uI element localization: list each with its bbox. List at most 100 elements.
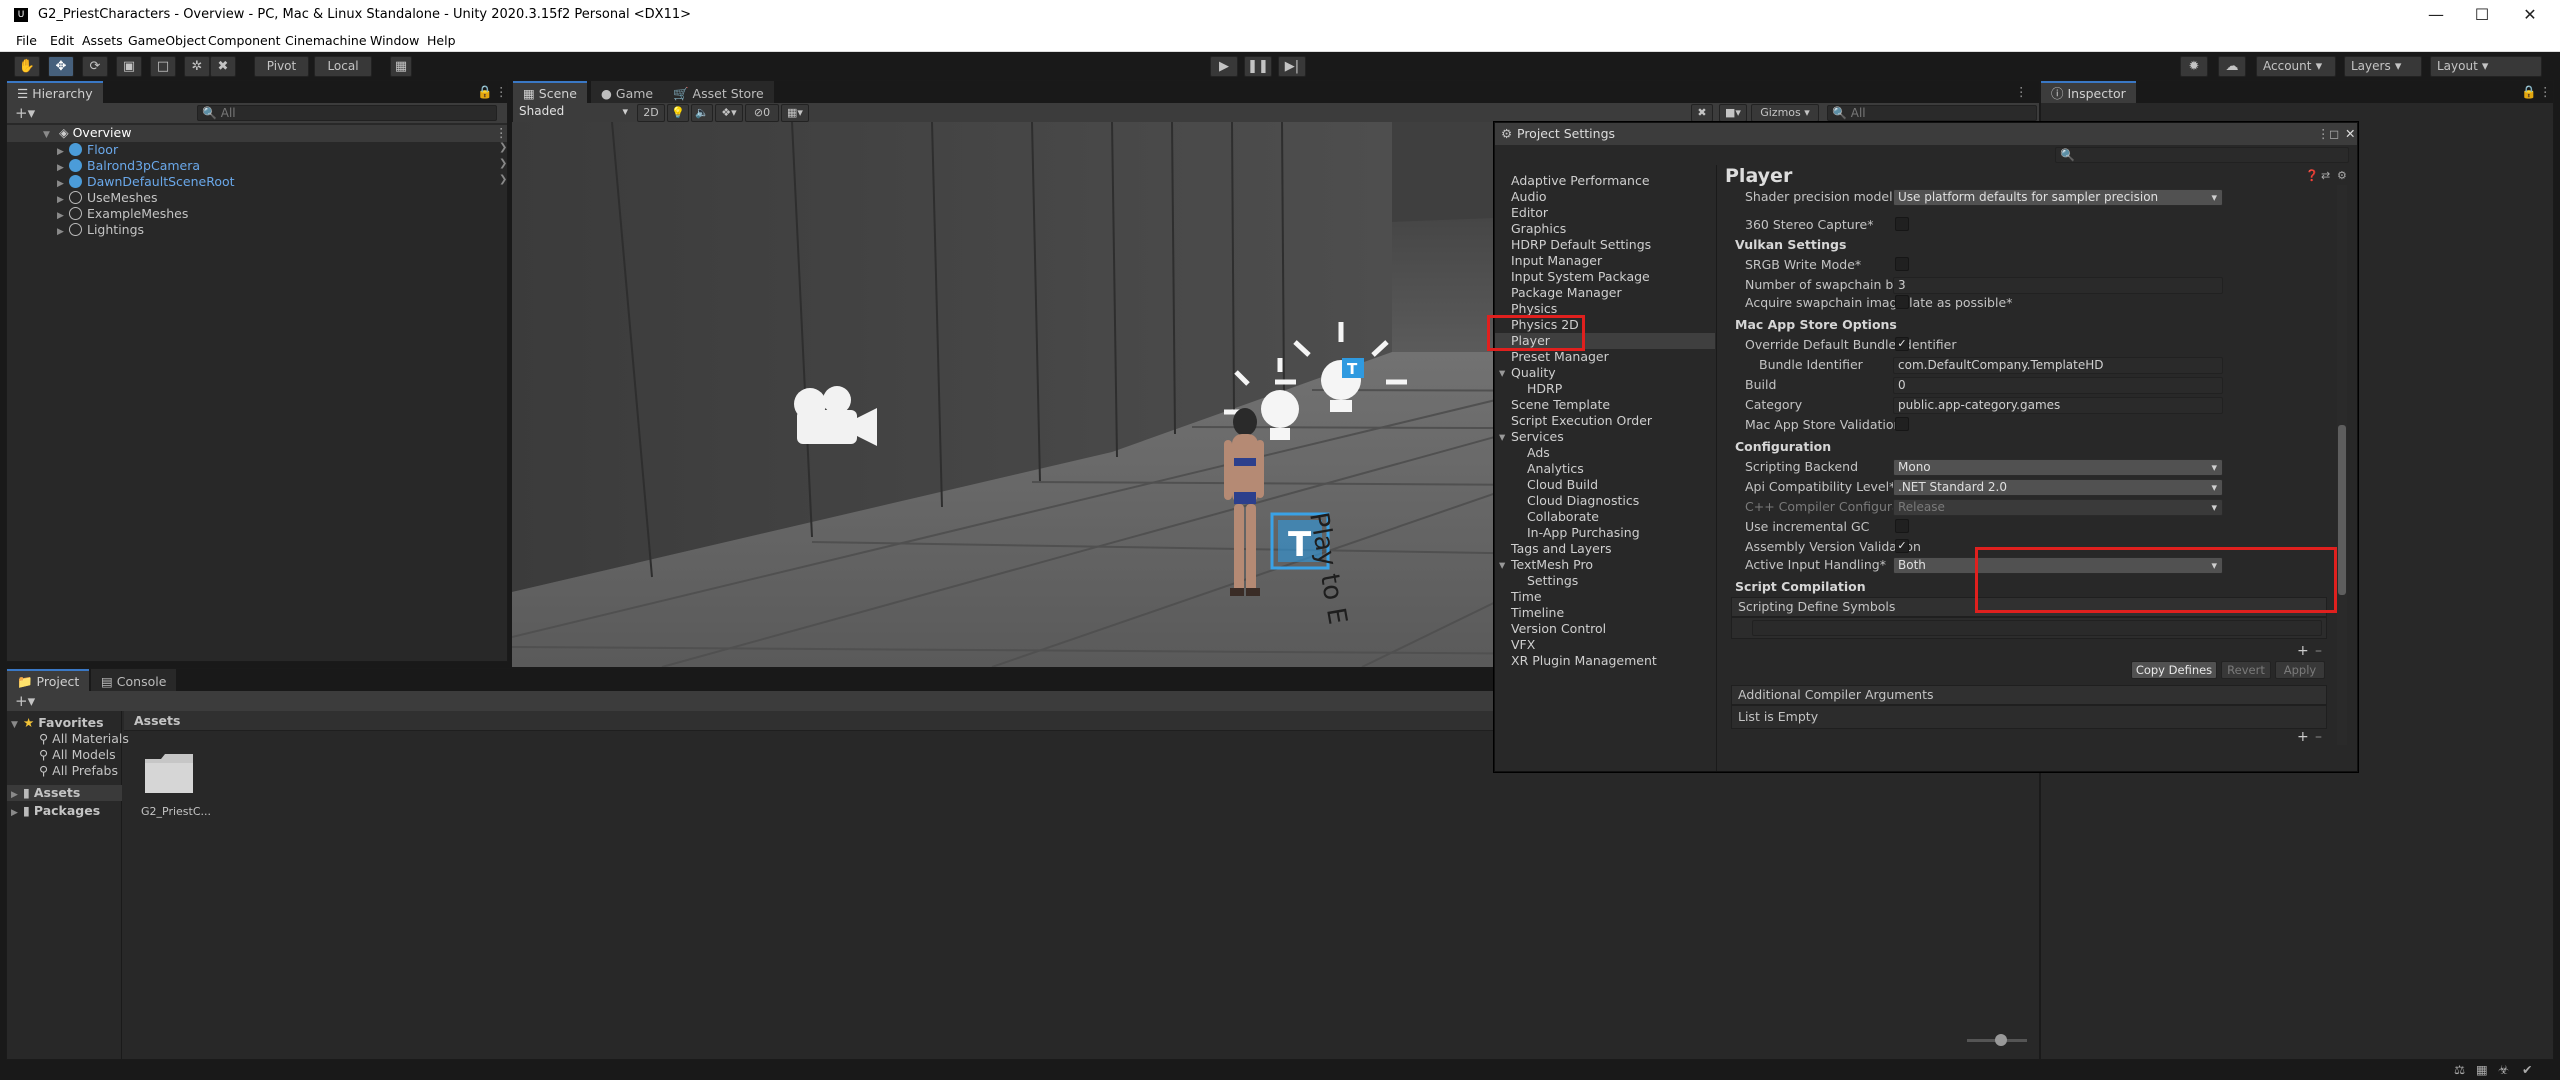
add-argument-button[interactable]: +: [2297, 729, 2309, 745]
maximize-icon[interactable]: ◻: [2329, 126, 2339, 141]
settings-nav-item[interactable]: Player: [1495, 333, 1715, 349]
close-button[interactable]: ✕: [2510, 4, 2550, 26]
shading-dropdown[interactable]: Shaded: [515, 104, 633, 121]
minimize-button[interactable]: —: [2416, 4, 2456, 26]
shader-precision-dropdown[interactable]: Use platform defaults for sampler precis…: [1893, 189, 2223, 206]
help-icon[interactable]: ❓: [2305, 169, 2319, 182]
settings-nav-item[interactable]: Scene Template: [1511, 397, 1610, 413]
menu-cinemachine[interactable]: Cinemachine: [285, 33, 367, 48]
pause-button[interactable]: ❚❚: [1244, 56, 1272, 77]
settings-nav-item[interactable]: Ads: [1527, 445, 1550, 461]
tab-console[interactable]: ▤ Console: [91, 669, 177, 691]
tab-project[interactable]: 📁 Project: [7, 669, 90, 691]
settings-nav-item[interactable]: Analytics: [1527, 461, 1584, 477]
tab-game[interactable]: ● Game: [591, 81, 664, 103]
preset-icon[interactable]: ⇄: [2321, 169, 2330, 182]
revert-button[interactable]: Revert: [2221, 661, 2271, 679]
hidden-objects-toggle[interactable]: ⊘0: [745, 104, 779, 122]
settings-nav-item[interactable]: ▾ Quality: [1499, 365, 1556, 381]
panel-menu-icon[interactable]: ⋮: [2317, 126, 2330, 141]
settings-nav-item[interactable]: ▾ Services: [1499, 429, 1564, 445]
settings-nav-item[interactable]: Timeline: [1511, 605, 1564, 621]
hierarchy-item-examplemeshes[interactable]: ▶ ExampleMeshes: [57, 206, 188, 222]
mac-validation-checkbox[interactable]: [1895, 417, 1909, 431]
hierarchy-item-scene-root[interactable]: ▶ DawnDefaultSceneRoot: [57, 174, 235, 190]
settings-nav-item[interactable]: Script Execution Order: [1511, 413, 1652, 429]
custom-tool-button[interactable]: ✖: [210, 56, 236, 77]
grid-snap-button[interactable]: ▦: [390, 56, 412, 77]
assets-folder-row[interactable]: ▶ ▮ Assets: [7, 785, 122, 801]
expand-arrow-icon[interactable]: ▶: [57, 224, 69, 240]
collapse-arrow-icon[interactable]: ▾: [1499, 429, 1505, 445]
settings-nav-item[interactable]: Graphics: [1511, 221, 1566, 237]
settings-nav-item[interactable]: XR Plugin Management: [1511, 653, 1657, 669]
expand-arrow-icon[interactable]: ▶: [11, 805, 23, 821]
layout-dropdown[interactable]: Layout ▾: [2430, 56, 2542, 77]
hierarchy-item-lightings[interactable]: ▶ Lightings: [57, 222, 144, 238]
scripting-backend-dropdown[interactable]: Mono: [1893, 459, 2223, 476]
grid-dropdown-icon[interactable]: ▦▾: [781, 104, 809, 122]
cloud-icon[interactable]: ☁: [2218, 56, 2246, 77]
rect-tool-button[interactable]: □: [150, 56, 176, 77]
chevron-right-icon[interactable]: ❯: [499, 174, 507, 185]
settings-nav-item[interactable]: In-App Purchasing: [1527, 525, 1640, 541]
local-toggle[interactable]: Local: [314, 56, 372, 77]
srgb-write-checkbox[interactable]: [1895, 257, 1909, 271]
collapse-arrow-icon[interactable]: ▼: [43, 127, 55, 143]
swapchain-buffers-input[interactable]: 3: [1893, 277, 2223, 294]
remove-argument-button[interactable]: –: [2315, 729, 2322, 745]
collapse-arrow-icon[interactable]: ▼: [11, 717, 23, 733]
layers-dropdown[interactable]: Layers ▾: [2344, 56, 2422, 77]
packages-folder-row[interactable]: ▶ ▮ Packages: [11, 803, 100, 819]
settings-nav-item[interactable]: Settings: [1527, 573, 1578, 589]
settings-nav-item[interactable]: HDRP: [1527, 381, 1562, 397]
rotate-tool-button[interactable]: ⟳: [82, 56, 108, 77]
panel-menu-icon[interactable]: ⋮: [495, 84, 508, 99]
add-symbol-button[interactable]: +: [2297, 643, 2309, 659]
tab-asset-store[interactable]: 🛒 Asset Store: [663, 81, 774, 103]
settings-nav-item[interactable]: Physics 2D: [1511, 317, 1579, 333]
override-bundle-checkbox[interactable]: ✓: [1895, 337, 1909, 351]
settings-nav-item[interactable]: Adaptive Performance: [1511, 173, 1650, 189]
menu-assets[interactable]: Assets: [82, 33, 123, 48]
define-symbol-input[interactable]: [1752, 620, 2322, 636]
collapse-arrow-icon[interactable]: ▾: [1499, 365, 1505, 381]
menu-file[interactable]: File: [16, 33, 37, 48]
camera-dropdown-icon[interactable]: ■▾: [1719, 104, 1747, 122]
scene-menu-icon[interactable]: ⋮: [495, 125, 508, 140]
settings-nav-item[interactable]: Editor: [1511, 205, 1548, 221]
panel-menu-icon[interactable]: ⋮: [2015, 84, 2028, 99]
pivot-toggle[interactable]: Pivot: [254, 56, 309, 77]
chevron-right-icon[interactable]: ❯: [499, 142, 507, 153]
tab-scene[interactable]: ▦ Scene: [513, 81, 587, 103]
favorite-all-models[interactable]: ⚲ All Models: [39, 747, 116, 763]
hierarchy-search-input[interactable]: 🔍 All: [197, 105, 497, 121]
tools-icon[interactable]: ✖: [1691, 104, 1713, 122]
category-input[interactable]: public.app-category.games: [1893, 397, 2223, 414]
settings-nav-item[interactable]: Time: [1511, 589, 1542, 605]
gizmos-dropdown[interactable]: Gizmos ▾: [1751, 104, 1819, 122]
hierarchy-item-floor[interactable]: ▶ Floor: [57, 142, 118, 158]
favorite-all-prefabs[interactable]: ⚲ All Prefabs: [39, 763, 118, 779]
assembly-validation-checkbox[interactable]: ✓: [1895, 539, 1909, 553]
api-compat-dropdown[interactable]: .NET Standard 2.0: [1893, 479, 2223, 496]
settings-nav-item[interactable]: Cloud Diagnostics: [1527, 493, 1639, 509]
settings-search-input[interactable]: 🔍: [2055, 147, 2349, 163]
zoom-slider-thumb[interactable]: [1995, 1034, 2007, 1046]
create-button[interactable]: +▾: [15, 104, 35, 122]
scale-tool-button[interactable]: ▣: [116, 56, 142, 77]
bundle-identifier-input[interactable]: com.DefaultCompany.TemplateHD: [1893, 357, 2223, 374]
copy-defines-button[interactable]: Copy Defines: [2131, 661, 2217, 679]
checkmark-icon[interactable]: ✔: [2522, 1062, 2532, 1077]
settings-nav-item[interactable]: Version Control: [1511, 621, 1606, 637]
scene-search-input[interactable]: 🔍 All: [1827, 105, 2037, 121]
settings-nav-item[interactable]: VFX: [1511, 637, 1535, 653]
tab-inspector[interactable]: ⓘ Inspector: [2041, 81, 2136, 103]
menu-help[interactable]: Help: [427, 33, 456, 48]
scrollbar-thumb[interactable]: [2338, 425, 2346, 595]
notification-icon[interactable]: ⚖: [2454, 1062, 2465, 1077]
menu-component[interactable]: Component: [208, 33, 281, 48]
chevron-right-icon[interactable]: ❯: [499, 158, 507, 169]
settings-nav-item[interactable]: Input System Package: [1511, 269, 1650, 285]
favorites-row[interactable]: ▼ ★ Favorites: [11, 715, 104, 731]
